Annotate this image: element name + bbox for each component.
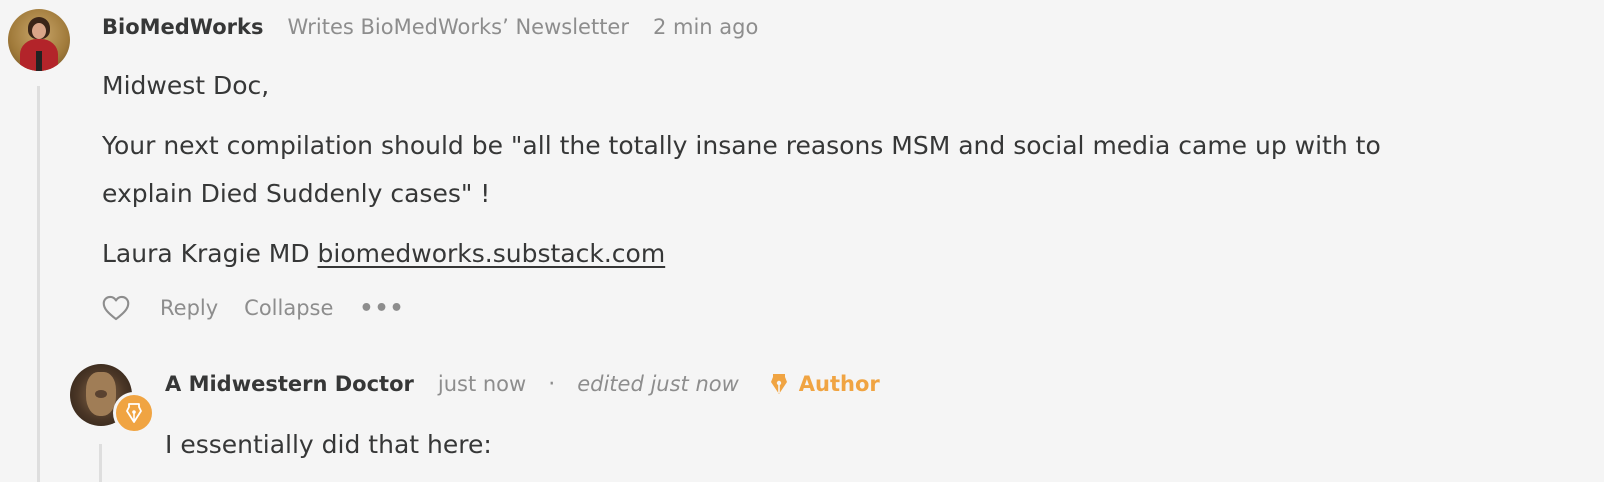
comment-paragraph: Midwest Doc,	[102, 71, 270, 100]
avatar[interactable]	[8, 9, 70, 71]
comment: BioMedWorks Writes BioMedWorks’ Newslett…	[102, 10, 1502, 328]
comment-paragraph: Your next compilation should be "all the…	[102, 131, 1381, 208]
comment-meta: BioMedWorks Writes BioMedWorks’ Newslett…	[102, 10, 1502, 44]
collapse-button[interactable]: Collapse	[244, 296, 333, 320]
thread-line[interactable]	[99, 444, 102, 482]
author-name[interactable]: A Midwestern Doctor	[165, 372, 414, 396]
comment-paragraph: I essentially did that here:	[165, 430, 492, 459]
meta-separator: ·	[548, 371, 556, 397]
author-name[interactable]: BioMedWorks	[102, 15, 263, 39]
author-badge-label: Author	[798, 372, 880, 396]
pen-nib-icon	[770, 374, 787, 394]
heart-icon	[102, 295, 130, 321]
like-button[interactable]	[102, 295, 130, 321]
comment-timestamp[interactable]: just now	[438, 372, 526, 396]
reply-button[interactable]: Reply	[160, 296, 218, 320]
avatar-face	[32, 23, 46, 39]
signature-link[interactable]: biomedworks.substack.com	[318, 239, 666, 268]
signature-text: Laura Kragie MD	[102, 239, 318, 268]
thread-line[interactable]	[37, 86, 40, 482]
comment-thread: BioMedWorks Writes BioMedWorks’ Newslett…	[0, 0, 1604, 482]
avatar-mic	[36, 51, 42, 71]
comment-reply: A Midwestern Doctor just now · edited ju…	[165, 367, 1565, 469]
avatar-eye	[95, 390, 107, 398]
author-tag: Author	[769, 372, 880, 396]
pen-nib-icon	[126, 403, 142, 423]
comment-actions: Reply Collapse •••	[102, 288, 1502, 328]
more-options-button[interactable]: •••	[359, 296, 404, 321]
edited-label: edited just now	[577, 372, 739, 396]
author-subtitle[interactable]: Writes BioMedWorks’ Newsletter	[287, 15, 629, 39]
comment-paragraph: Laura Kragie MD biomedworks.substack.com	[102, 230, 1502, 278]
author-badge-icon	[113, 392, 155, 434]
comment-meta: A Midwestern Doctor just now · edited ju…	[165, 367, 1565, 401]
comment-timestamp[interactable]: 2 min ago	[653, 15, 758, 39]
